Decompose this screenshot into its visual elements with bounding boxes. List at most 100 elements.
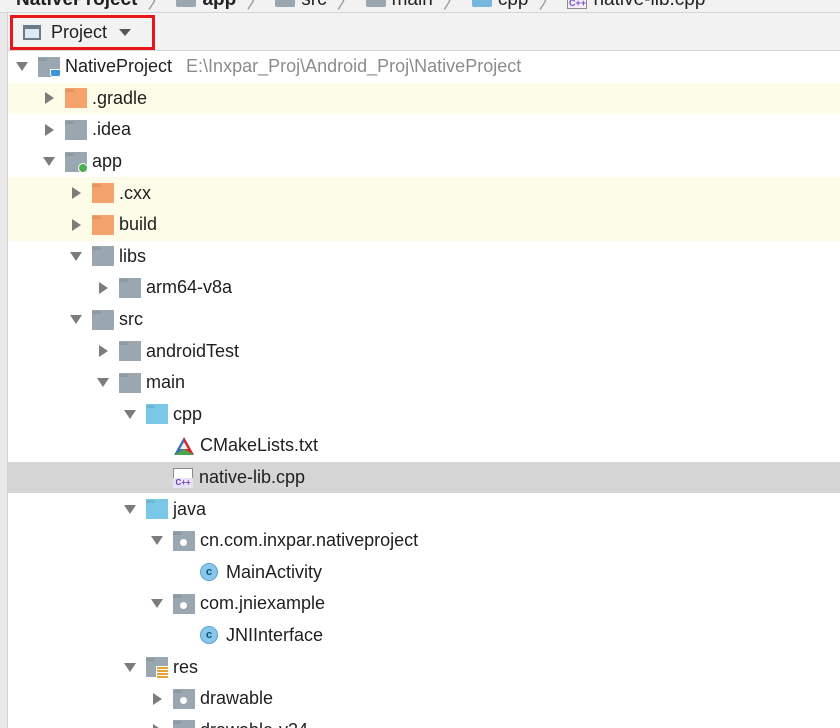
tree-item-label: cpp xyxy=(173,403,203,424)
tree-row[interactable]: CMakeLists.txt xyxy=(8,430,840,462)
folder-icon xyxy=(365,0,386,7)
tree-row[interactable]: cn.com.inxpar.nativeproject xyxy=(8,525,840,557)
tree-item-label: .gradle xyxy=(92,87,148,108)
tree-row[interactable]: java xyxy=(8,493,840,525)
expand-arrow-right-icon[interactable] xyxy=(147,720,167,728)
folder-icon xyxy=(92,309,114,330)
tree-row[interactable]: res xyxy=(8,651,840,683)
tree-item-label: build xyxy=(119,214,158,235)
expand-arrow-down-icon[interactable] xyxy=(120,404,140,424)
breadcrumb-item[interactable]: NativeProject xyxy=(16,0,137,11)
left-tool-strip xyxy=(0,13,8,728)
breadcrumb-separator: 〉 xyxy=(147,0,167,13)
tree-item-label: java xyxy=(173,498,207,519)
tree-item-label: .idea xyxy=(92,119,132,140)
chevron-down-icon[interactable] xyxy=(119,29,132,36)
package-icon xyxy=(173,688,195,709)
class-icon: c xyxy=(200,626,218,645)
tree-row[interactable]: .idea xyxy=(8,114,840,146)
expand-arrow-right-icon[interactable] xyxy=(39,120,59,140)
expand-arrow-right-icon[interactable] xyxy=(147,689,167,709)
tree-item-label: arm64-v8a xyxy=(146,277,233,298)
project-view-label: Project xyxy=(51,22,108,42)
package-icon xyxy=(173,530,195,551)
breadcrumb-item[interactable]: main xyxy=(365,0,433,11)
resources-folder-icon xyxy=(146,657,169,680)
tree-row[interactable]: app xyxy=(8,146,840,178)
expand-arrow-right-icon[interactable] xyxy=(39,88,59,108)
tree-row[interactable]: com.jniexample xyxy=(8,588,840,620)
window-icon xyxy=(23,25,41,40)
tree-row[interactable]: .cxx xyxy=(8,177,840,209)
expand-arrow-right-icon[interactable] xyxy=(66,183,86,203)
expand-arrow-down-icon[interactable] xyxy=(93,373,113,393)
tree-item-label: res xyxy=(173,656,199,677)
project-tree[interactable]: NativeProject E:\Inxpar_Proj\Android_Proj… xyxy=(8,51,840,728)
tree-item-label: app xyxy=(92,151,123,172)
excluded-folder-icon xyxy=(65,88,87,109)
tree-item-label: drawable-v24 xyxy=(200,720,308,728)
expand-arrow-down-icon[interactable] xyxy=(120,657,140,677)
expand-arrow-down-icon[interactable] xyxy=(39,152,59,172)
folder-icon xyxy=(65,119,87,140)
expand-arrow-down-icon[interactable] xyxy=(12,57,32,77)
tree-row[interactable]: C++ native-lib.cpp xyxy=(8,461,840,494)
module-folder-icon xyxy=(65,151,88,173)
tree-row[interactable]: c MainActivity xyxy=(8,557,840,589)
tree-row[interactable]: cpp xyxy=(8,399,840,431)
breadcrumb-item[interactable]: app xyxy=(176,0,236,11)
expand-arrow-down-icon[interactable] xyxy=(120,499,140,519)
folder-icon xyxy=(176,0,197,7)
expand-arrow-down-icon[interactable] xyxy=(147,531,167,551)
class-icon: c xyxy=(200,563,218,582)
tree-row[interactable]: androidTest xyxy=(8,335,840,367)
tree-item-label: NativeProject xyxy=(65,56,173,77)
expand-arrow-right-icon[interactable] xyxy=(66,215,86,235)
tree-item-label: .cxx xyxy=(119,182,152,203)
project-view-dropdown[interactable]: Project xyxy=(10,15,155,50)
cmake-icon xyxy=(174,436,194,455)
breadcrumb-separator: 〉 xyxy=(336,0,356,13)
tree-row[interactable]: src xyxy=(8,304,840,336)
tree-item-label: com.jniexample xyxy=(200,593,326,614)
breadcrumb-item[interactable]: cpp xyxy=(471,0,528,11)
project-folder-icon xyxy=(38,56,61,77)
expand-arrow-down-icon[interactable] xyxy=(66,310,86,330)
tree-item-label: JNIInterface xyxy=(226,624,324,645)
project-panel-header: Project xyxy=(8,13,840,51)
cpp-file-icon: C++ xyxy=(173,467,193,488)
breadcrumb-item[interactable]: C++native-lib.cpp xyxy=(567,0,705,11)
project-path: E:\Inxpar_Proj\Android_Proj\NativeProjec… xyxy=(186,56,522,77)
expand-arrow-down-icon[interactable] xyxy=(147,594,167,614)
breadcrumb-separator: 〉 xyxy=(442,0,462,13)
tree-item-label: drawable xyxy=(200,688,274,709)
breadcrumb-item[interactable]: src xyxy=(275,0,327,11)
tree-row[interactable]: arm64-v8a xyxy=(8,272,840,304)
package-icon xyxy=(173,593,195,614)
expand-arrow-right-icon[interactable] xyxy=(93,341,113,361)
folder-icon xyxy=(92,246,114,267)
source-folder-icon xyxy=(146,499,168,520)
tree-row[interactable]: c JNIInterface xyxy=(8,620,840,652)
folder-icon xyxy=(119,372,141,393)
excluded-folder-icon xyxy=(92,183,114,204)
tree-row[interactable]: drawable-v24 xyxy=(8,714,840,728)
tree-row[interactable]: .gradle xyxy=(8,82,840,115)
breadcrumb-separator: 〉 xyxy=(246,0,266,13)
tree-item-label: MainActivity xyxy=(226,561,323,582)
tree-row[interactable]: main xyxy=(8,367,840,399)
expand-arrow-right-icon[interactable] xyxy=(93,278,113,298)
tree-row[interactable]: build xyxy=(8,208,840,241)
tree-row[interactable]: drawable xyxy=(8,683,840,715)
tree-item-label: main xyxy=(146,372,186,393)
expand-arrow-down-icon[interactable] xyxy=(66,246,86,266)
source-folder-icon xyxy=(146,404,168,425)
tree-row[interactable]: NativeProject E:\Inxpar_Proj\Android_Proj… xyxy=(8,51,840,83)
tree-row[interactable]: libs xyxy=(8,241,840,273)
folder-icon xyxy=(275,0,296,7)
tree-item-label: src xyxy=(119,309,143,330)
